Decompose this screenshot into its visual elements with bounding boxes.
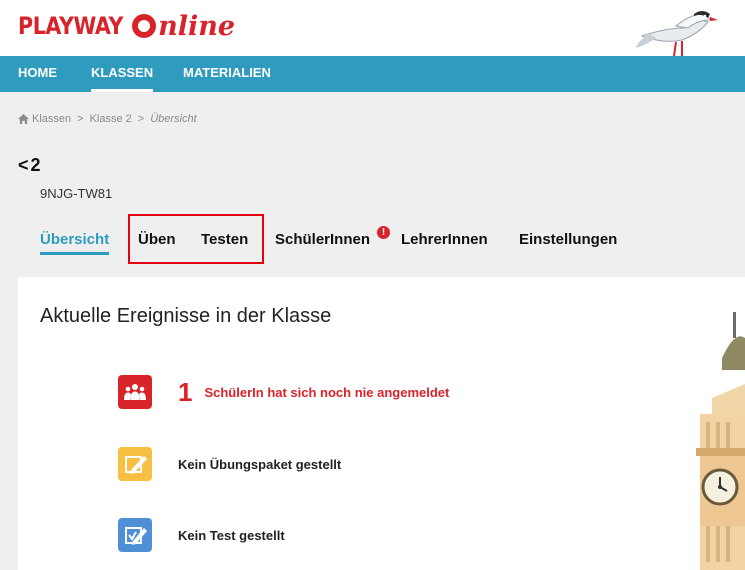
tab-uebersicht[interactable]: Übersicht xyxy=(40,231,110,255)
card-title: Aktuelle Ereignisse in der Klasse xyxy=(40,305,332,327)
event-row-students[interactable]: 1 SchülerIn hat sich noch nie angemeldet xyxy=(118,375,449,409)
highlight-box xyxy=(128,214,264,264)
playway-online-logo[interactable]: PLAYWAY nline xyxy=(18,8,235,44)
breadcrumb-separator: > xyxy=(137,113,145,125)
home-icon xyxy=(18,114,29,124)
alert-badge: ! xyxy=(377,226,390,239)
logo-o-mark xyxy=(132,14,157,38)
breadcrumb-current: Übersicht xyxy=(150,113,197,125)
breadcrumb: Klassen > Klasse 2 > Übersicht xyxy=(18,113,197,125)
tab-lehrerinnen[interactable]: LehrerInnen xyxy=(401,231,488,248)
exercise-package-icon xyxy=(118,447,152,481)
events-card: Aktuelle Ereignisse in der Klasse 1 Schü… xyxy=(18,277,745,570)
nav-materialien[interactable]: MATERIALIEN xyxy=(183,56,271,92)
nav-klassen[interactable]: KLASSEN xyxy=(91,56,154,92)
top-header: PLAYWAY nline xyxy=(0,0,745,57)
breadcrumb-klassen[interactable]: Klassen xyxy=(32,113,71,125)
event-row-test[interactable]: Kein Test gestellt xyxy=(118,518,285,552)
event-row-exercise[interactable]: Kein Übungspaket gestellt xyxy=(118,447,341,481)
logo-online-label: nline xyxy=(158,10,236,42)
main-nav: HOME KLASSEN MATERIALIEN xyxy=(0,56,745,92)
event-text-students: SchülerIn hat sich noch nie angemeldet xyxy=(204,384,450,400)
class-number: 2 xyxy=(30,155,41,175)
tab-einstellungen[interactable]: Einstellungen xyxy=(519,231,617,248)
breadcrumb-separator: > xyxy=(77,113,84,125)
big-ben-illustration xyxy=(696,312,745,570)
breadcrumb-klasse-2[interactable]: Klasse 2 xyxy=(90,113,132,125)
class-code: 9NJG-TW81 xyxy=(40,186,113,201)
test-icon xyxy=(118,518,152,552)
event-text-exercise: Kein Übungspaket gestellt xyxy=(178,456,342,472)
back-link[interactable]: < 2 xyxy=(18,155,41,175)
logo-brand-text: PLAYWAY xyxy=(18,12,124,40)
tab-schuelerinnen[interactable]: SchülerInnen xyxy=(275,231,370,248)
bird-mascot-icon xyxy=(636,11,718,57)
chevron-left-icon[interactable]: < xyxy=(18,155,29,175)
logo-online-text: nline xyxy=(132,11,235,42)
students-icon xyxy=(118,375,152,409)
event-count: 1 xyxy=(178,377,193,407)
nav-home[interactable]: HOME xyxy=(18,56,57,92)
event-text-test: Kein Test gestellt xyxy=(178,527,285,543)
